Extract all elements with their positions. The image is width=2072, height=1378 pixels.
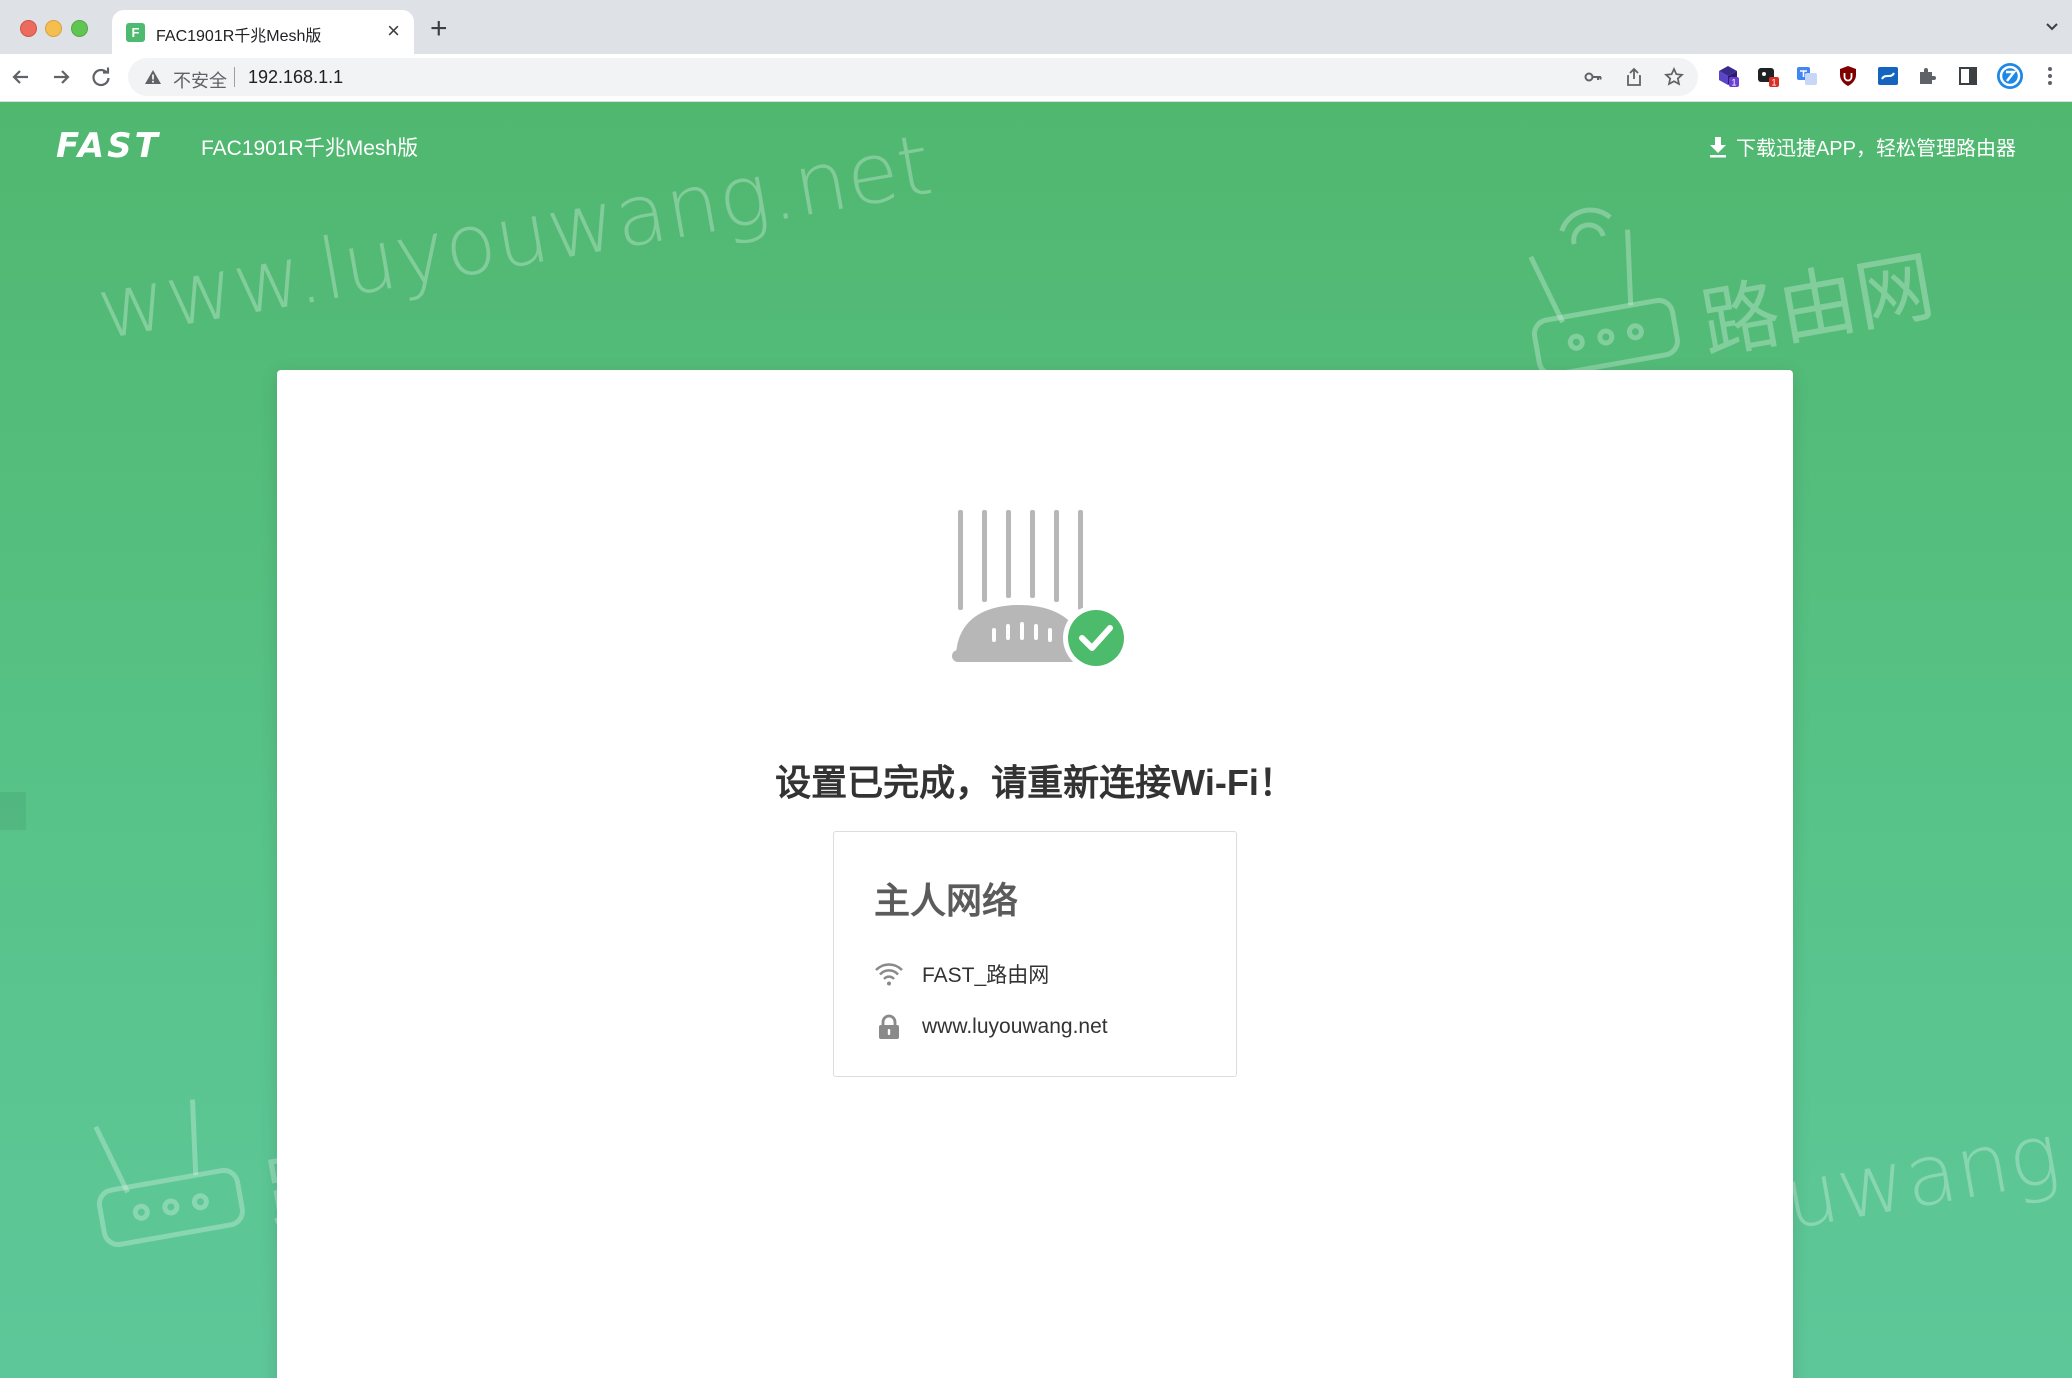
wifi-ssid-row: FAST_路由网: [874, 959, 1049, 989]
url-text[interactable]: 192.168.1.1: [248, 67, 343, 88]
share-icon[interactable]: [1624, 67, 1644, 87]
router-model-name: FAC1901R千兆Mesh版: [201, 137, 419, 160]
reload-icon[interactable]: [88, 64, 114, 90]
download-app-link[interactable]: 下载迅捷APP，轻松管理路由器: [1708, 132, 2016, 161]
new-tab-button[interactable]: +: [430, 14, 448, 44]
tab-title: FAC1901R千兆Mesh版: [156, 28, 322, 45]
extension-badge-count: 1: [1731, 78, 1736, 88]
tab-search-chevron-icon[interactable]: [2044, 18, 2060, 34]
key-icon[interactable]: [1583, 67, 1603, 87]
setup-complete-card: 设置已完成，请重新连接Wi-Fi！ 主人网络 FAST_路由网 www.luyo…: [277, 370, 1793, 1378]
download-icon: [1709, 136, 1726, 157]
router-admin-page: www.luyouwang.net www.luyouwang.net 路由网 …: [0, 102, 2072, 1378]
wifi-password-row: www.luyouwang.net: [874, 1014, 1108, 1040]
extensions-puzzle-icon[interactable]: [1916, 64, 1940, 88]
zoom-window-button[interactable]: [71, 20, 88, 37]
forward-arrow-icon[interactable]: [48, 64, 74, 90]
profile-avatar-icon[interactable]: [1995, 61, 2025, 91]
extension-dark-icon[interactable]: 1: [1756, 64, 1780, 88]
extension-badge-count: 1: [1771, 78, 1776, 88]
close-window-button[interactable]: [20, 20, 37, 37]
host-network-box: 主人网络 FAST_路由网 www.luyouwang.net: [833, 831, 1237, 1077]
address-bar[interactable]: 不安全 192.168.1.1: [128, 58, 1698, 96]
site-favicon-icon: F: [126, 23, 145, 42]
browser-menu-icon[interactable]: [2040, 64, 2060, 88]
watermark-router-logo-icon: 路由网: [1528, 207, 1941, 377]
tab-close-button[interactable]: ×: [387, 19, 400, 43]
extension-purple-cube-icon[interactable]: 1: [1716, 64, 1740, 88]
download-app-label: 下载迅捷APP，轻松管理路由器: [1735, 138, 2016, 160]
back-arrow-icon[interactable]: [8, 64, 34, 90]
screenshot-extension-icon[interactable]: [1876, 64, 1900, 88]
minimize-window-button[interactable]: [45, 20, 62, 37]
wifi-ssid-value: FAST_路由网: [922, 964, 1050, 987]
security-status-label[interactable]: 不安全: [173, 67, 227, 93]
side-collapse-handle[interactable]: [0, 792, 26, 830]
side-panel-icon[interactable]: [1956, 64, 1980, 88]
fast-logo[interactable]: FAST: [56, 126, 161, 166]
setup-complete-title: 设置已完成，请重新连接Wi-Fi！: [775, 762, 1295, 803]
browser-tab-active[interactable]: F FAC1901R千兆Mesh版 ×: [112, 10, 414, 54]
translate-extension-icon[interactable]: [1795, 64, 1819, 88]
bookmark-star-icon[interactable]: [1664, 67, 1684, 87]
lock-icon: [879, 1014, 899, 1039]
wifi-icon: [875, 963, 903, 986]
watermark-logo-text: 路由网: [1695, 242, 1941, 371]
host-network-heading: 主人网络: [874, 880, 1019, 921]
ublock-shield-icon[interactable]: [1836, 64, 1860, 88]
wifi-password-value: www.luyouwang.net: [922, 1015, 1108, 1038]
browser-tab-strip: F FAC1901R千兆Mesh版 × +: [0, 0, 2072, 54]
router-success-icon: [952, 510, 1129, 670]
address-separator: [234, 67, 235, 87]
warning-triangle-icon[interactable]: [144, 69, 162, 85]
